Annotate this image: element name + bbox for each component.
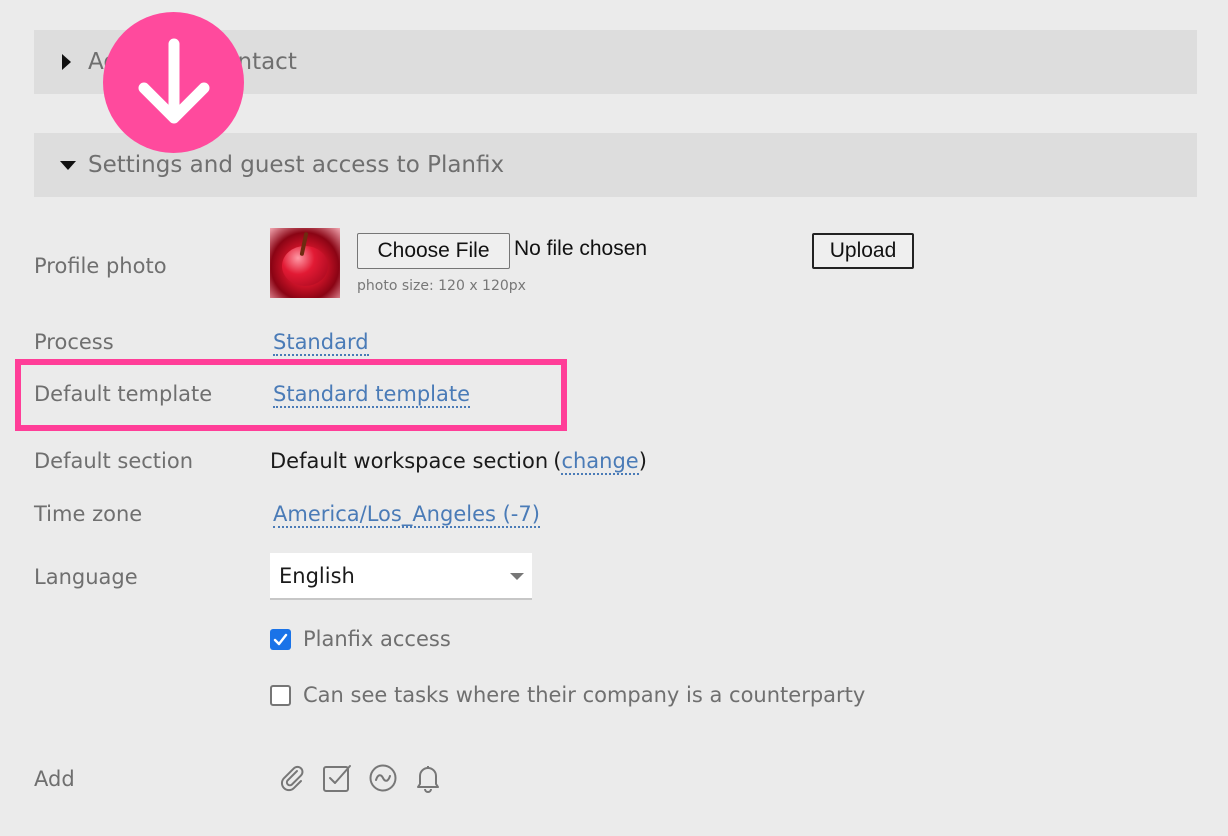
default-section-label: Default section <box>34 449 194 473</box>
wave-icon[interactable] <box>367 762 399 794</box>
section-title: Settings and guest access to Planfix <box>88 152 505 178</box>
planfix-access-label: Planfix access <box>303 627 451 651</box>
time-zone-link[interactable]: America/Los_Angeles (-7) <box>273 502 540 528</box>
default-template-link[interactable]: Standard template <box>273 382 471 408</box>
change-section-link[interactable]: change <box>561 449 639 475</box>
default-section-value: Default workspace section <box>270 449 549 473</box>
checkmark-icon <box>273 633 288 646</box>
language-selected-value: English <box>279 563 355 588</box>
language-label: Language <box>34 565 138 589</box>
arrow-down-icon <box>138 38 209 123</box>
process-label: Process <box>34 330 114 354</box>
paperclip-icon[interactable] <box>276 762 308 794</box>
triangle-right-icon <box>34 54 88 70</box>
profile-photo-label: Profile photo <box>34 254 167 278</box>
photo-size-hint: photo size: 120 x 120px <box>357 278 526 294</box>
chevron-down-icon <box>510 573 524 580</box>
upload-button[interactable]: Upload <box>812 233 914 269</box>
profile-photo-thumbnail <box>270 228 340 298</box>
planfix-access-checkbox[interactable] <box>270 629 291 650</box>
language-select[interactable]: English <box>270 553 532 600</box>
scroll-down-marker <box>103 12 244 153</box>
process-link[interactable]: Standard <box>273 330 369 356</box>
bell-icon[interactable] <box>412 762 444 794</box>
choose-file-button[interactable]: Choose File <box>357 233 510 269</box>
time-zone-label: Time zone <box>34 502 143 526</box>
close-paren: ) <box>638 449 647 473</box>
counterparty-tasks-label: Can see tasks where their company is a c… <box>303 683 866 707</box>
add-label: Add <box>34 767 75 791</box>
checkbox-task-icon[interactable] <box>321 762 353 794</box>
triangle-down-icon <box>34 160 88 170</box>
default-template-label: Default template <box>34 382 213 406</box>
file-status-text: No file chosen <box>514 237 648 260</box>
counterparty-tasks-checkbox[interactable] <box>270 685 291 706</box>
